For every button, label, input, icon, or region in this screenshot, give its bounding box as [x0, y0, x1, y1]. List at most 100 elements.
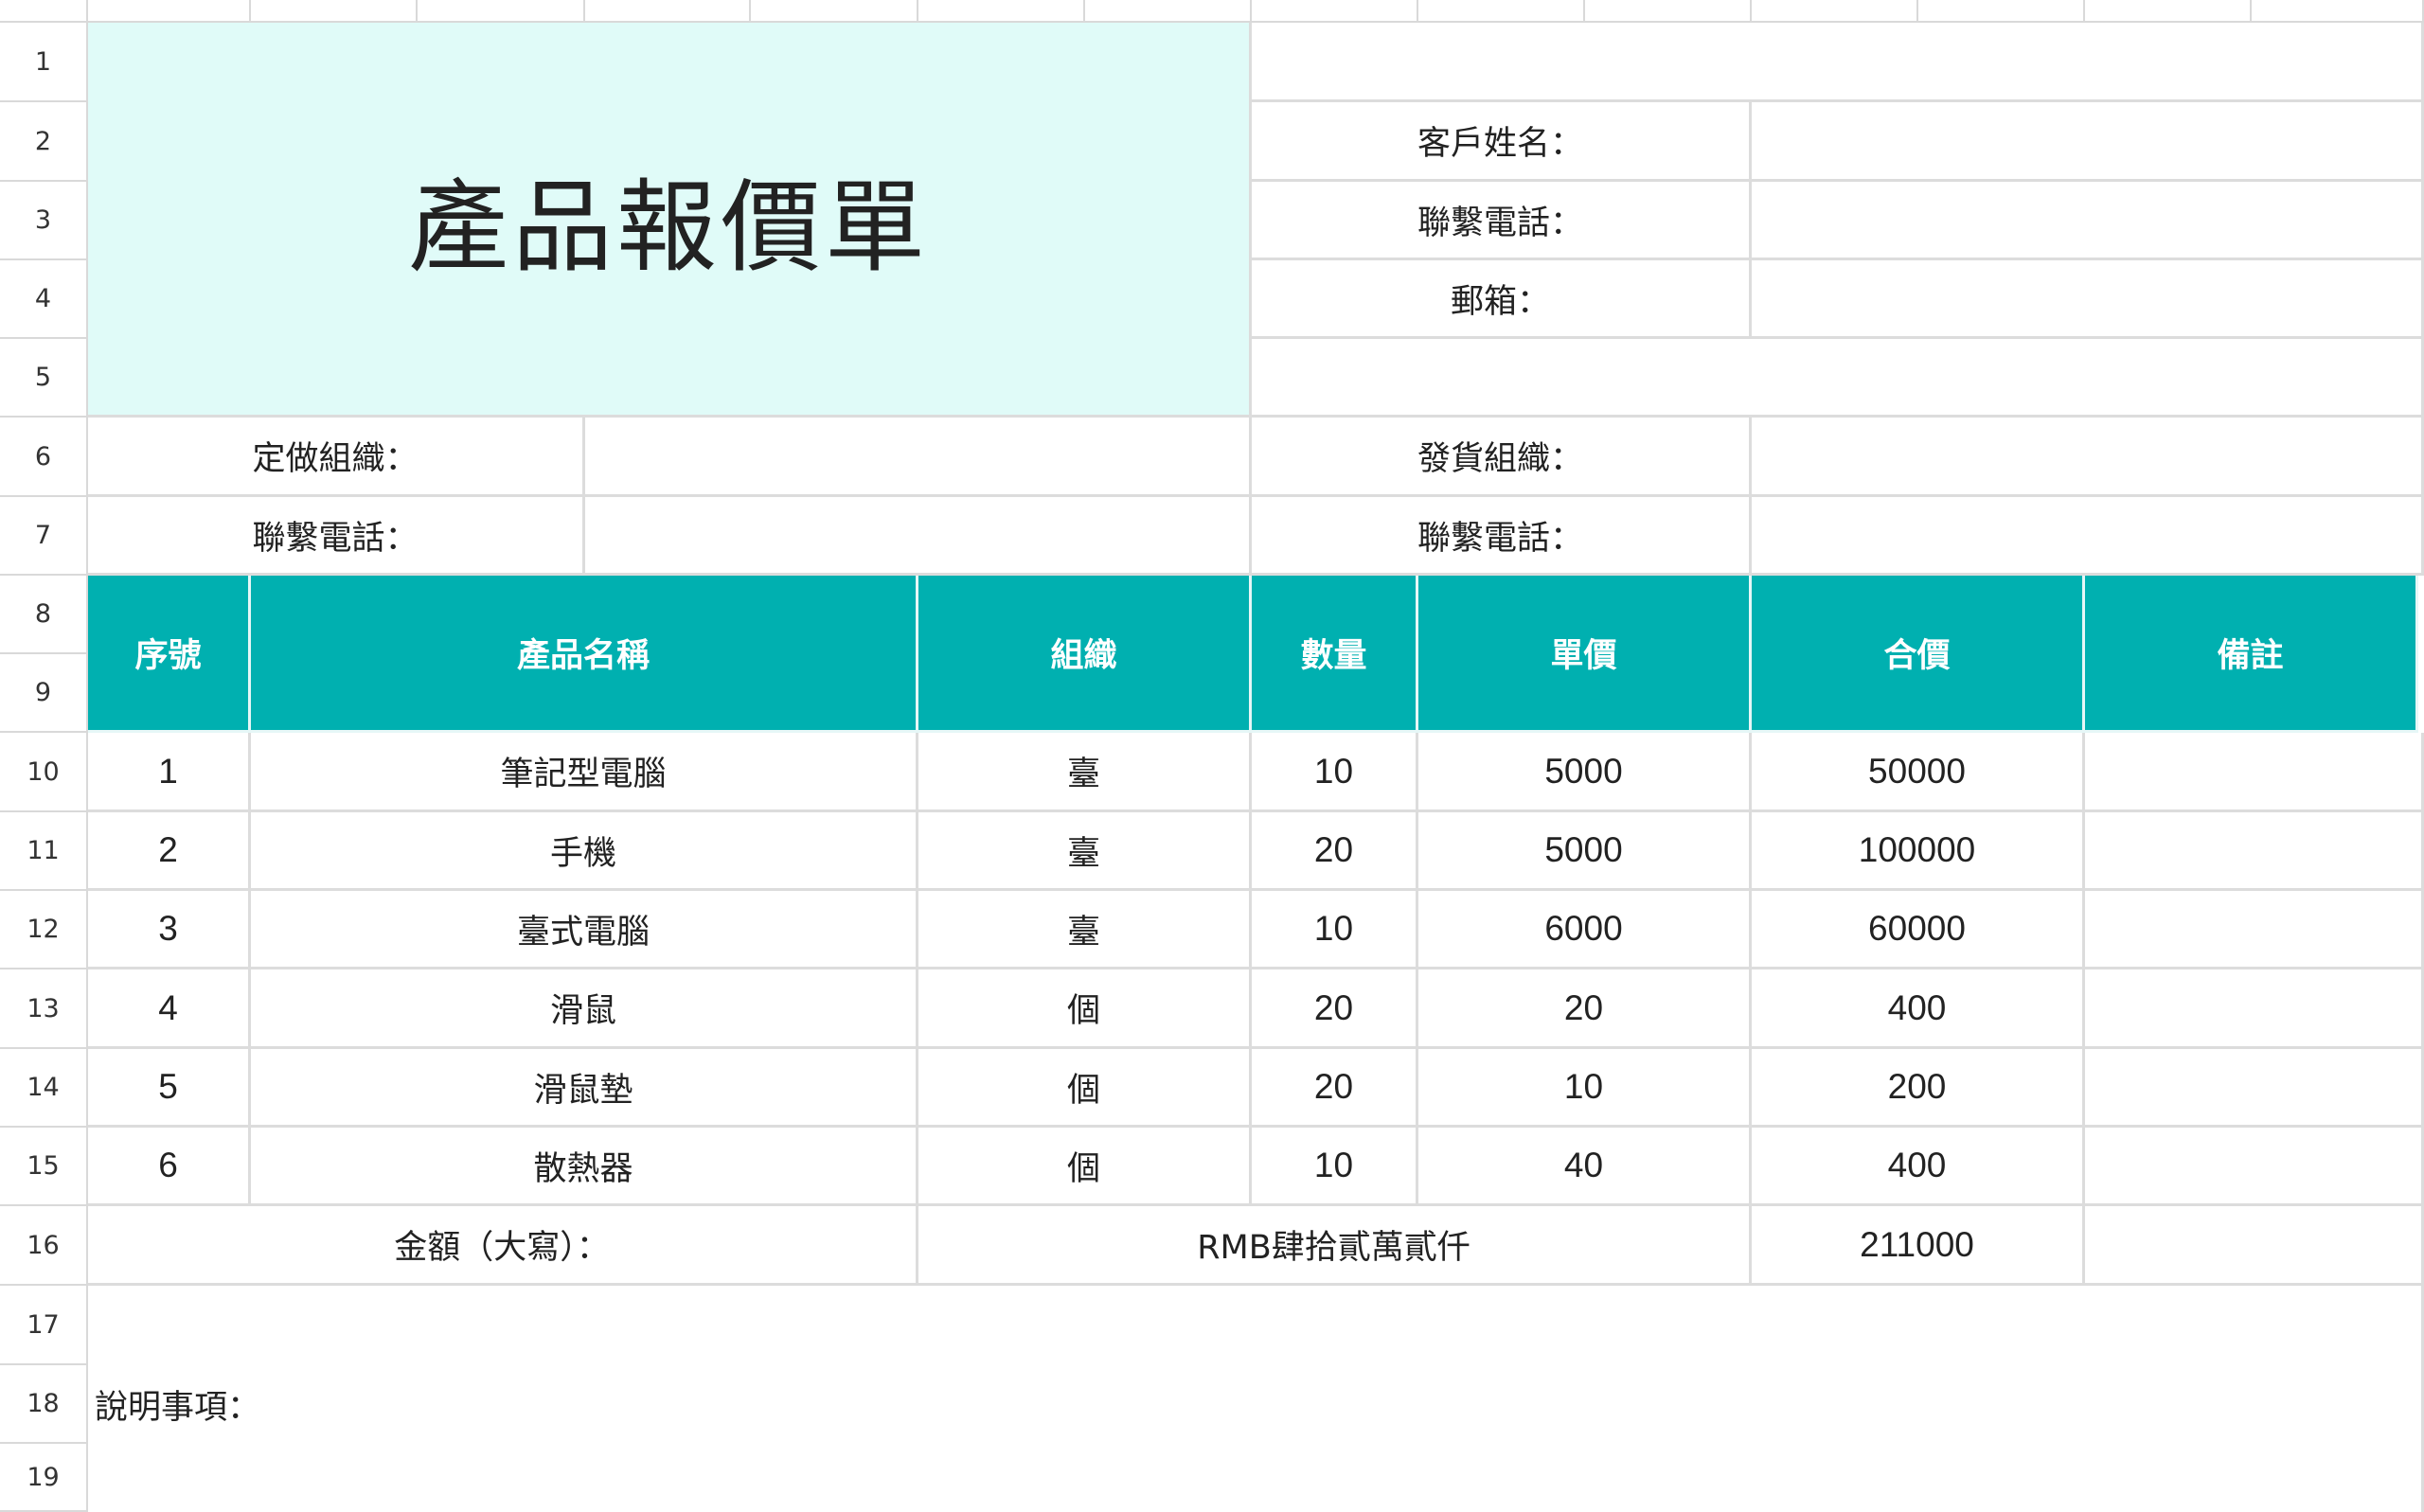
cell-unit-price[interactable]: 5000: [1418, 812, 1752, 891]
column-header[interactable]: [585, 0, 751, 23]
row-header[interactable]: 7: [0, 497, 88, 576]
cell-product-name[interactable]: 滑鼠: [251, 969, 918, 1049]
cell-seq[interactable]: 4: [88, 969, 251, 1049]
cell-product-name[interactable]: 散熱器: [251, 1128, 918, 1206]
cell-remarks[interactable]: [2085, 891, 2424, 969]
order-org-phone-label[interactable]: 聯繫電話：: [88, 497, 585, 576]
row-header[interactable]: 14: [0, 1049, 88, 1128]
cell-total-price[interactable]: 100000: [1752, 812, 2085, 891]
order-org-value[interactable]: [585, 418, 1252, 497]
cell-remarks[interactable]: [2085, 812, 2424, 891]
cell-remarks[interactable]: [2085, 733, 2424, 812]
total-amount[interactable]: 211000: [1752, 1206, 2085, 1286]
row-header[interactable]: 18: [0, 1365, 88, 1444]
row-header[interactable]: 19: [0, 1444, 88, 1512]
column-header[interactable]: [1918, 0, 2085, 23]
total-label[interactable]: 金額（大寫）：: [88, 1206, 918, 1286]
cell-total-price[interactable]: 400: [1752, 1128, 2085, 1206]
cell-unit-price[interactable]: 10: [1418, 1049, 1752, 1128]
customer-email-label[interactable]: 郵箱：: [1252, 260, 1752, 339]
header-remarks[interactable]: 備註: [2085, 576, 2418, 733]
cell-remarks[interactable]: [2085, 1049, 2424, 1128]
row-header[interactable]: 4: [0, 260, 88, 339]
cell-row1-right[interactable]: [1252, 23, 2424, 102]
header-quantity[interactable]: 數量: [1252, 576, 1418, 733]
cell-quantity[interactable]: 10: [1252, 733, 1418, 812]
order-org-phone-value[interactable]: [585, 497, 1252, 576]
row-header[interactable]: 16: [0, 1206, 88, 1286]
customer-phone-label[interactable]: 聯繫電話：: [1252, 182, 1752, 260]
row-header[interactable]: 13: [0, 969, 88, 1049]
column-header[interactable]: [1085, 0, 1252, 23]
row-header[interactable]: 12: [0, 891, 88, 969]
cell-row5-right[interactable]: [1252, 339, 2424, 418]
customer-phone-value[interactable]: [1752, 182, 2424, 260]
ship-org-value[interactable]: [1752, 418, 2424, 497]
column-header[interactable]: [88, 0, 251, 23]
row-header[interactable]: 3: [0, 182, 88, 260]
column-header[interactable]: [2085, 0, 2252, 23]
cell-quantity[interactable]: 20: [1252, 1049, 1418, 1128]
cell-product-name[interactable]: 筆記型電腦: [251, 733, 918, 812]
ship-org-phone-label[interactable]: 聯繫電話：: [1252, 497, 1752, 576]
cell-seq[interactable]: 3: [88, 891, 251, 969]
row-header[interactable]: 10: [0, 733, 88, 812]
row-header[interactable]: 6: [0, 418, 88, 497]
cell-quantity[interactable]: 20: [1252, 812, 1418, 891]
cell-total-price[interactable]: 200: [1752, 1049, 2085, 1128]
column-header[interactable]: [751, 0, 918, 23]
cell-quantity[interactable]: 10: [1252, 891, 1418, 969]
column-header[interactable]: [1752, 0, 1918, 23]
column-header[interactable]: [1252, 0, 1418, 23]
customer-name-value[interactable]: [1752, 102, 2424, 182]
cell-remarks[interactable]: [2085, 1128, 2424, 1206]
row-header[interactable]: 2: [0, 102, 88, 182]
cell-product-name[interactable]: 臺式電腦: [251, 891, 918, 969]
total-amount-words[interactable]: RMB肆拾貳萬貳仟: [918, 1206, 1752, 1286]
ship-org-label[interactable]: 發貨組織：: [1252, 418, 1752, 497]
cell-quantity[interactable]: 10: [1252, 1128, 1418, 1206]
column-header[interactable]: [1418, 0, 1585, 23]
cell-seq[interactable]: 6: [88, 1128, 251, 1206]
header-total-price[interactable]: 合價: [1752, 576, 2085, 733]
column-header[interactable]: [251, 0, 418, 23]
row-header[interactable]: 9: [0, 654, 88, 733]
notes-area[interactable]: [88, 1286, 2424, 1512]
cell-total-price[interactable]: 60000: [1752, 891, 2085, 969]
order-org-label[interactable]: 定做組織：: [88, 418, 585, 497]
row-header[interactable]: 11: [0, 812, 88, 891]
cell-seq[interactable]: 2: [88, 812, 251, 891]
cell-seq[interactable]: 5: [88, 1049, 251, 1128]
row-header[interactable]: 15: [0, 1128, 88, 1206]
cell-product-name[interactable]: 滑鼠墊: [251, 1049, 918, 1128]
cell-total-price[interactable]: 400: [1752, 969, 2085, 1049]
cell-seq[interactable]: 1: [88, 733, 251, 812]
header-product-name[interactable]: 產品名稱: [251, 576, 918, 733]
header-seq[interactable]: 序號: [88, 576, 251, 733]
column-header[interactable]: [2252, 0, 2424, 23]
customer-email-value[interactable]: [1752, 260, 2424, 339]
row-header[interactable]: 8: [0, 576, 88, 654]
cell-unit[interactable]: 個: [918, 1128, 1252, 1206]
column-header[interactable]: [1585, 0, 1752, 23]
cell-total-price[interactable]: 50000: [1752, 733, 2085, 812]
ship-org-phone-value[interactable]: [1752, 497, 2424, 576]
cell-quantity[interactable]: 20: [1252, 969, 1418, 1049]
cell-unit-price[interactable]: 5000: [1418, 733, 1752, 812]
customer-name-label[interactable]: 客戶姓名：: [1252, 102, 1752, 182]
sheet-corner[interactable]: [0, 0, 88, 23]
header-unit[interactable]: 組織: [918, 576, 1252, 733]
column-header[interactable]: [418, 0, 585, 23]
cell-unit-price[interactable]: 40: [1418, 1128, 1752, 1206]
quote-title[interactable]: 產品報價單: [88, 23, 1252, 418]
cell-unit[interactable]: 個: [918, 1049, 1252, 1128]
row-header[interactable]: 1: [0, 23, 88, 102]
cell-unit-price[interactable]: 6000: [1418, 891, 1752, 969]
cell-unit[interactable]: 臺: [918, 891, 1252, 969]
total-remarks[interactable]: [2085, 1206, 2424, 1286]
row-header[interactable]: 17: [0, 1286, 88, 1365]
cell-unit-price[interactable]: 20: [1418, 969, 1752, 1049]
cell-unit[interactable]: 臺: [918, 812, 1252, 891]
cell-product-name[interactable]: 手機: [251, 812, 918, 891]
cell-unit[interactable]: 臺: [918, 733, 1252, 812]
